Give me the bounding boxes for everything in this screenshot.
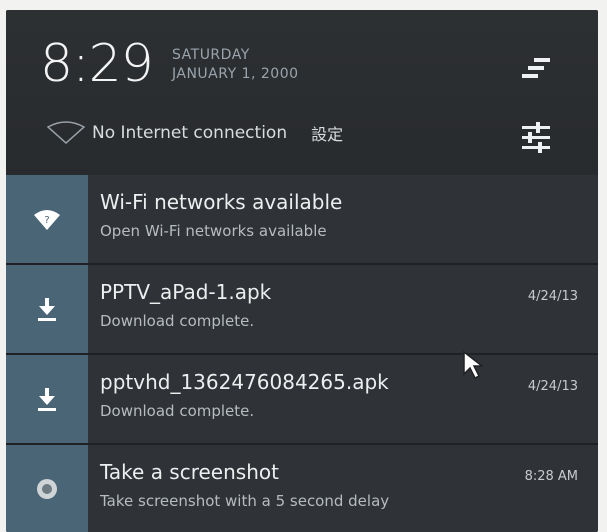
notification-time: 8:28 AM — [524, 469, 578, 484]
date-block: SATURDAY JANUARY 1, 2000 — [172, 46, 299, 84]
notification-title: Wi-Fi networks available — [100, 190, 343, 214]
notification-download-pptv[interactable]: PPTV_aPad-1.apk Download complete. 4/24/… — [6, 265, 598, 353]
status-header: 8:29 SATURDAY JANUARY 1, 2000 No Interne… — [6, 10, 598, 175]
clear-notifications-button[interactable] — [516, 54, 556, 82]
connection-status: No Internet connection — [92, 123, 288, 143]
day-label: SATURDAY — [172, 47, 250, 63]
notification-icon-tile — [6, 355, 88, 443]
mouse-pointer-icon — [462, 350, 485, 384]
notification-screenshot[interactable]: Take a screenshot Take screenshot with a… — [6, 445, 598, 532]
sliders-icon — [522, 122, 550, 153]
download-icon — [38, 298, 56, 321]
svg-text:?: ? — [44, 215, 49, 226]
notification-shade: 8:29 SATURDAY JANUARY 1, 2000 No Interne… — [6, 10, 598, 532]
notification-wifi[interactable]: ? Wi-Fi networks available Open Wi-Fi ne… — [6, 175, 598, 263]
clear-all-icon — [522, 58, 550, 78]
download-icon — [38, 388, 56, 411]
notification-time: 4/24/13 — [527, 289, 578, 304]
notification-icon-tile — [6, 445, 88, 532]
settings-link[interactable]: 設定 — [311, 121, 343, 145]
screenshot-icon — [37, 479, 57, 499]
notification-icon-tile — [6, 265, 88, 353]
quick-settings-button[interactable] — [514, 118, 556, 158]
notification-download-pptvhd[interactable]: pptvhd_1362476084265.apk Download comple… — [6, 355, 598, 443]
date-label: JANUARY 1, 2000 — [172, 66, 299, 82]
notification-time: 4/24/13 — [527, 379, 578, 394]
notification-title: Take a screenshot — [100, 460, 279, 484]
notification-subtitle: Download complete. — [100, 402, 255, 420]
notification-subtitle: Open Wi-Fi networks available — [100, 222, 327, 240]
notification-title: PPTV_aPad-1.apk — [100, 280, 272, 304]
notification-title: pptvhd_1362476084265.apk — [100, 370, 389, 394]
notification-icon-tile: ? — [6, 175, 88, 263]
clock-time: 8:29 — [40, 34, 154, 94]
wifi-outline-icon — [46, 121, 86, 145]
notification-subtitle: Take screenshot with a 5 second delay — [100, 492, 390, 510]
connection-row: No Internet connection 設定 — [46, 118, 343, 148]
wifi-icon: ? — [34, 210, 60, 230]
notification-subtitle: Download complete. — [100, 312, 255, 330]
